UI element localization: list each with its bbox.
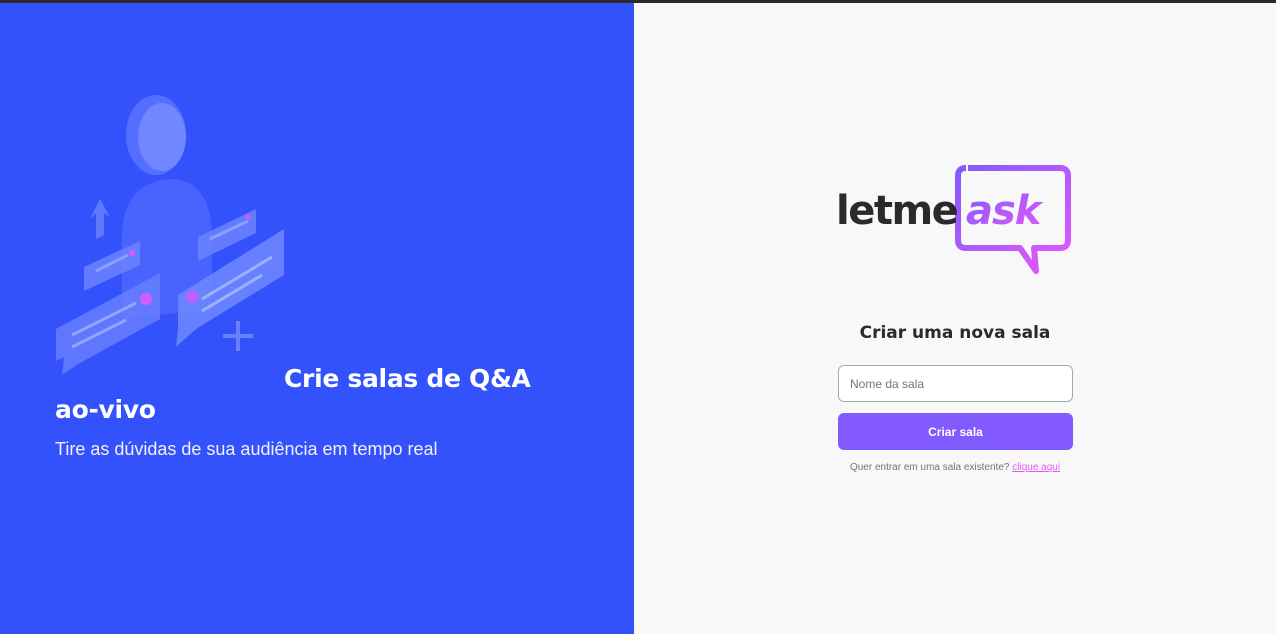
create-room-title: Criar uma nova sala: [859, 323, 1051, 343]
create-room-panel: letme ask Criar uma nova sala Criar sala…: [634, 3, 1276, 634]
join-room-prompt: Quer entrar em uma sala existente?: [849, 462, 1010, 473]
room-name-input[interactable]: [838, 365, 1073, 402]
hero-subtitle: Tire as dúvidas de sua audiência em temp…: [55, 439, 438, 459]
hero-aside: Crie salas de Q&A ao-vivo Tire as dúvida…: [0, 3, 634, 634]
create-room-button[interactable]: Criar sala: [838, 413, 1073, 450]
letmeask-logo: letme ask: [836, 165, 1071, 274]
logo-ask: ask: [966, 188, 1044, 234]
logo-letme: letme: [836, 188, 958, 234]
q-and-a-illustration: [56, 95, 284, 375]
join-room-text: Quer entrar em uma sala existente? cliqu…: [634, 462, 1276, 473]
hero-title: Crie salas de Q&A ao-vivo: [55, 364, 531, 424]
join-room-link[interactable]: clique aqui: [1012, 462, 1060, 473]
